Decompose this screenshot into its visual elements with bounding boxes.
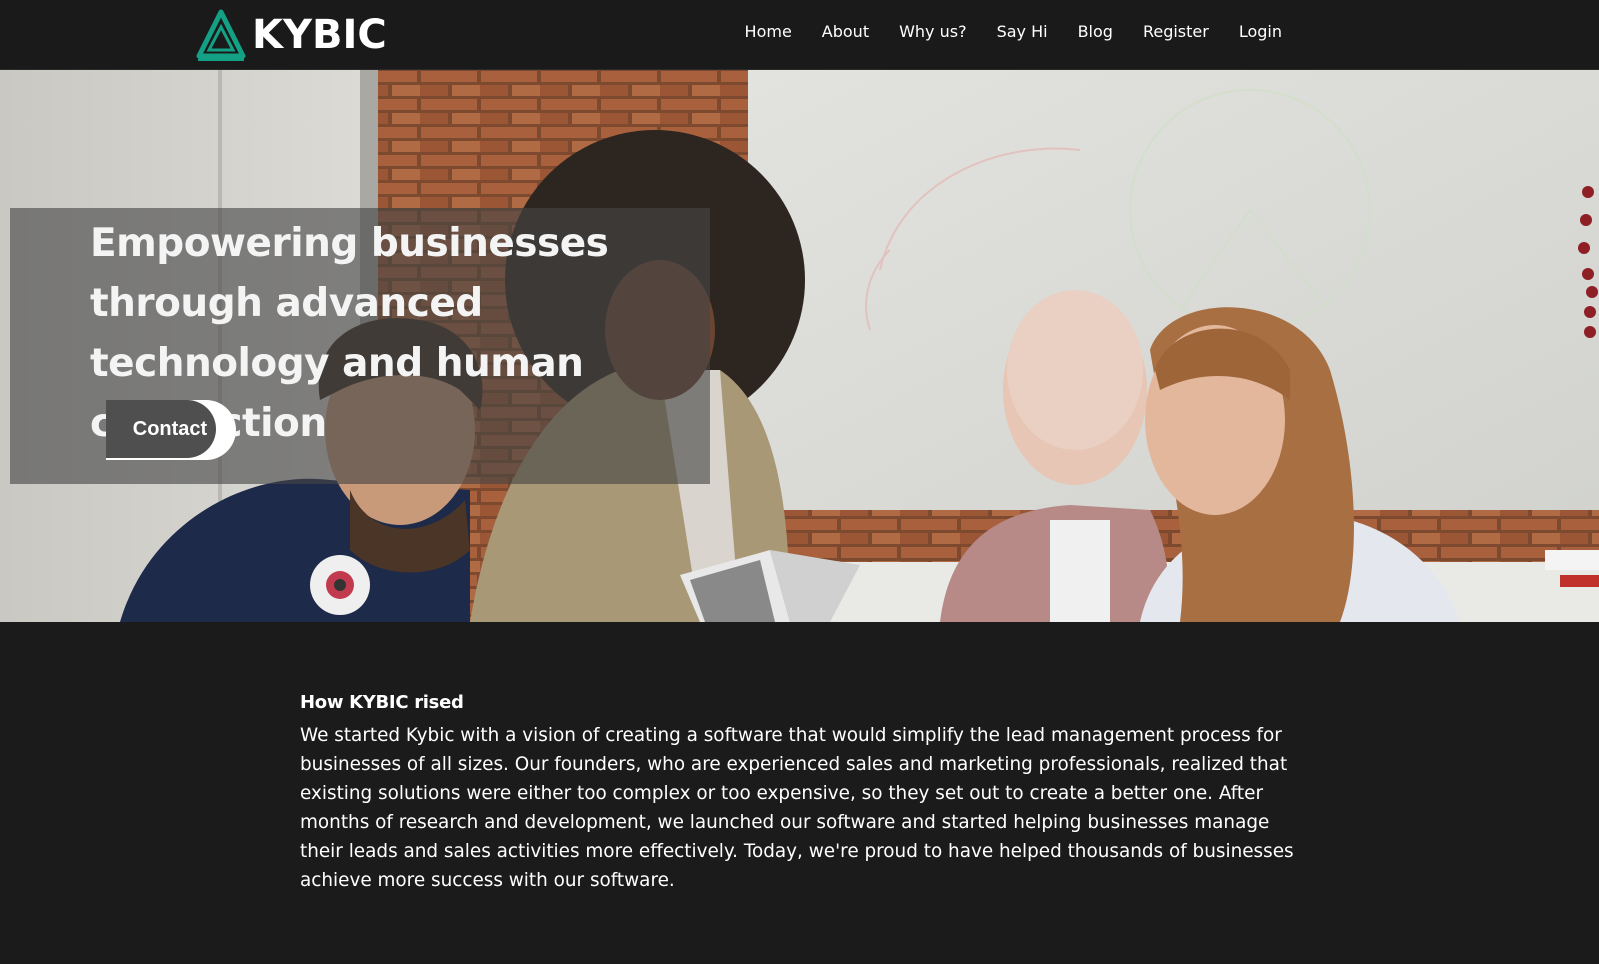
contact-button-label: Contact [106,400,216,458]
main-nav: Home About Why us? Say Hi Blog Register … [715,22,1282,41]
nav-link-login[interactable]: Login [1239,22,1282,41]
contact-button[interactable]: Contact [106,400,236,460]
top-navbar: KYBIC Home About Why us? Say Hi Blog Reg… [0,0,1599,70]
nav-link-register[interactable]: Register [1143,22,1209,41]
about-story-section: How KYBIC rised We started Kybic with a … [300,692,1300,895]
nav-link-why-us[interactable]: Why us? [899,22,966,41]
nav-link-home[interactable]: Home [745,22,792,41]
brand-logo-link[interactable]: KYBIC [196,9,387,61]
brand-name: KYBIC [252,12,387,58]
nav-link-say-hi[interactable]: Say Hi [997,22,1048,41]
hero-section: Empowering businesses through advanced t… [0,70,1599,622]
nav-link-about[interactable]: About [822,22,869,41]
hero-overlay-panel: Empowering businesses through advanced t… [10,208,710,484]
nav-link-blog[interactable]: Blog [1078,22,1113,41]
story-body: We started Kybic with a vision of creati… [300,725,1294,891]
triangle-logo-icon [196,9,246,61]
story-heading: How KYBIC rised [300,692,464,713]
